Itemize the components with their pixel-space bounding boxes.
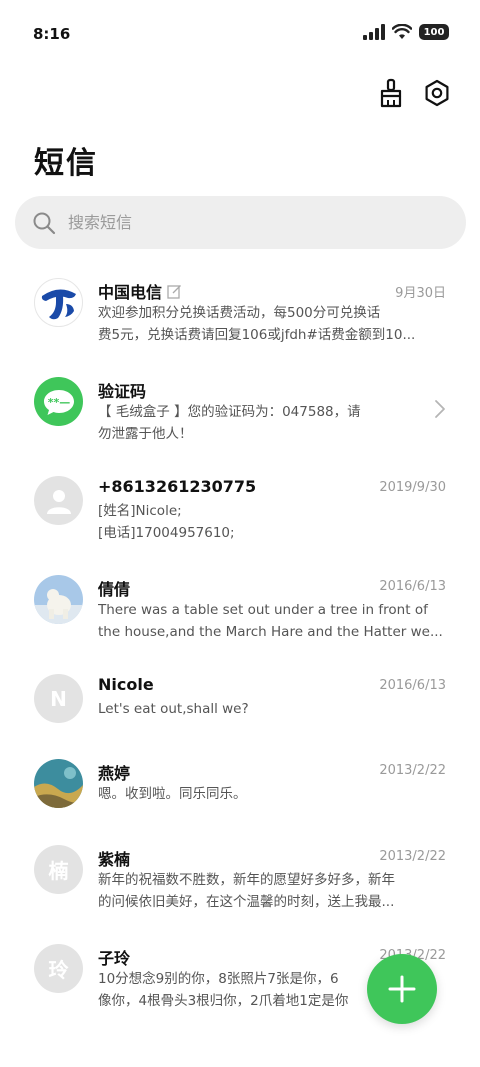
china-telecom-logo-icon bbox=[34, 278, 83, 327]
conversation-date: 2013/2/22 bbox=[379, 849, 446, 864]
conversation-name: 验证码 bbox=[98, 382, 147, 401]
conversation-list: 中国电信 9月30日 欢迎参加积分兑换话费活动，每500分可兑换话 费5元，兑换… bbox=[0, 262, 480, 1027]
broom-icon bbox=[380, 78, 402, 108]
conversation-row[interactable]: **— 验证码 【 毛绒盒子 】您的验证码为：047588，请 勿泄露于他人！ bbox=[0, 361, 480, 460]
status-time: 8:16 bbox=[33, 25, 71, 43]
search-icon bbox=[33, 212, 56, 234]
settings-button[interactable] bbox=[423, 78, 451, 108]
conversation-preview: 新年的祝福数不胜数，新年的愿望好多好多，新年 的问候依旧美好，在这个温馨的时刻，… bbox=[98, 872, 395, 910]
message-bubble-icon: **— bbox=[34, 377, 83, 426]
conversation-date: 2019/9/30 bbox=[379, 480, 446, 495]
svg-text:**—: **— bbox=[47, 396, 70, 409]
conversation-row[interactable]: 倩倩 2016/6/13 There was a table set out u… bbox=[0, 559, 480, 658]
status-bar: 8:16 100 bbox=[0, 0, 480, 68]
page-title: 短信 bbox=[34, 146, 98, 181]
conversation-preview: 【 毛绒盒子 】您的验证码为：047588，请 勿泄露于他人！ bbox=[98, 404, 361, 442]
battery-indicator: 100 bbox=[419, 24, 449, 40]
conversation-row[interactable]: N Nicole 2016/6/13 Let's eat out,shall w… bbox=[0, 658, 480, 743]
conversation-name: 燕婷 bbox=[98, 764, 131, 783]
chevron-right-icon bbox=[435, 400, 445, 418]
signal-icon bbox=[363, 24, 385, 40]
conversation-preview: [姓名]Nicole; [电话]17004957610; bbox=[98, 503, 235, 541]
conversation-row[interactable]: 楠 紫楠 2013/2/22 新年的祝福数不胜数，新年的愿望好多好多，新年 的问… bbox=[0, 829, 480, 928]
avatar: 玲 bbox=[34, 944, 83, 993]
conversation-name: 子玲 bbox=[98, 949, 131, 968]
conversation-preview: Let's eat out,shall we? bbox=[98, 701, 249, 717]
conversation-name: +8613261230775 bbox=[98, 477, 257, 496]
conversation-date: 9月30日 bbox=[395, 286, 446, 301]
conversation-date: 2013/2/22 bbox=[379, 763, 446, 778]
avatar: N bbox=[34, 674, 83, 723]
gear-icon bbox=[425, 79, 449, 107]
avatar: 楠 bbox=[34, 845, 83, 894]
conversation-preview: 嗯。收到啦。同乐同乐。 bbox=[98, 786, 247, 802]
top-actions bbox=[377, 78, 451, 108]
polar-bear-photo bbox=[34, 575, 83, 624]
edit-note-icon bbox=[167, 284, 181, 299]
person-icon bbox=[34, 476, 83, 525]
conversation-preview: There was a table set out under a tree i… bbox=[98, 602, 443, 640]
conversation-name: 倩倩 bbox=[98, 580, 131, 599]
conversation-row[interactable]: 燕婷 2013/2/22 嗯。收到啦。同乐同乐。 bbox=[0, 743, 480, 829]
new-message-button[interactable] bbox=[367, 954, 437, 1024]
clean-button[interactable] bbox=[377, 78, 405, 108]
plus-icon bbox=[388, 975, 416, 1003]
conversation-name: 紫楠 bbox=[98, 850, 131, 869]
conversation-name: 中国电信 bbox=[98, 279, 182, 303]
search-bar[interactable] bbox=[15, 196, 466, 249]
conversation-date: 2016/6/13 bbox=[379, 579, 446, 594]
landscape-photo bbox=[34, 759, 83, 808]
search-input[interactable] bbox=[68, 213, 408, 232]
conversation-row[interactable]: 中国电信 9月30日 欢迎参加积分兑换话费活动，每500分可兑换话 费5元，兑换… bbox=[0, 262, 480, 361]
conversation-preview: 欢迎参加积分兑换话费活动，每500分可兑换话 费5元，兑换话费请回复106或jf… bbox=[98, 305, 416, 343]
conversation-row[interactable]: +8613261230775 2019/9/30 [姓名]Nicole; [电话… bbox=[0, 460, 480, 559]
status-icons: 100 bbox=[363, 24, 449, 40]
conversation-date: 2016/6/13 bbox=[379, 678, 446, 693]
conversation-name: Nicole bbox=[98, 675, 154, 694]
wifi-icon bbox=[392, 24, 412, 39]
